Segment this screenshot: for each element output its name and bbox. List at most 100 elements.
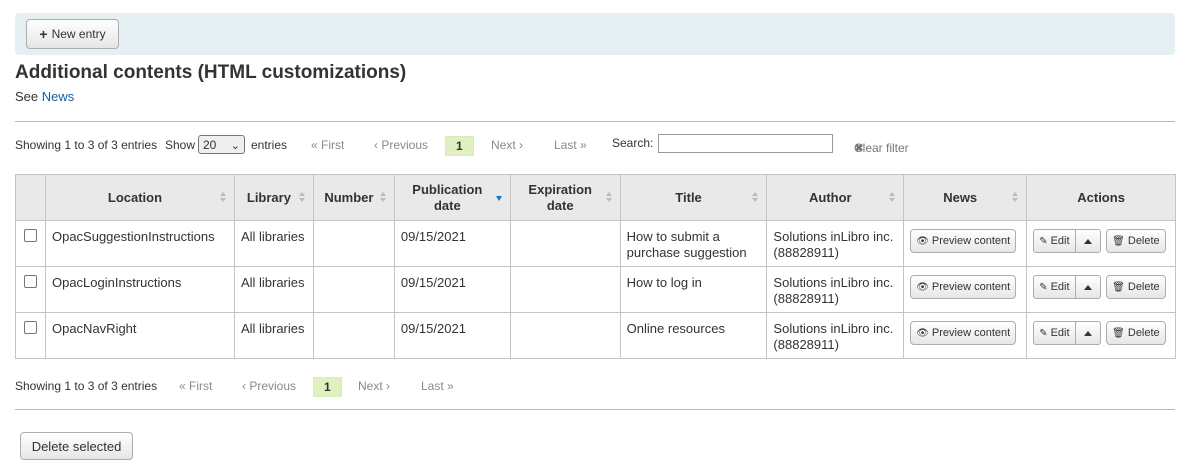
entries-label: entries: [251, 138, 288, 152]
search-label: Search:: [612, 136, 654, 150]
column-header-location[interactable]: Location: [44, 174, 235, 221]
bottom-pager: Showing 1 to 3 of 3 entries « First ‹ Pr…: [15, 377, 515, 399]
page-length-select[interactable]: 20 ⌄: [198, 135, 245, 154]
new-entry-label: New entry: [51, 27, 106, 41]
cell-number: [312, 312, 395, 359]
see-also-line: See News: [15, 89, 74, 104]
sort-icon: [1012, 192, 1019, 203]
sort-icon: [889, 192, 896, 203]
preview-content-button[interactable]: 👁 Preview content: [910, 229, 1017, 253]
edit-button[interactable]: ✎ Edit: [1033, 275, 1076, 299]
search-input[interactable]: [658, 134, 833, 153]
cell-location: OpacNavRight: [44, 312, 235, 359]
delete-button[interactable]: 🗑 Delete: [1106, 321, 1166, 345]
table-row: OpacLoginInstructions All libraries 09/1…: [15, 266, 1176, 313]
previous-page-link[interactable]: ‹ Previous: [242, 377, 296, 395]
eye-icon: 👁: [916, 235, 929, 247]
row-checkbox[interactable]: [23, 275, 37, 288]
eye-icon: 👁: [916, 281, 929, 293]
cell-author: Solutions inLibro inc. (88828911): [766, 312, 905, 359]
edit-button-group: ✎ Edit: [1033, 321, 1101, 345]
move-up-button[interactable]: [1075, 321, 1101, 345]
preview-content-button[interactable]: 👁 Preview content: [910, 275, 1017, 299]
content-table: Location Library Number Publication date…: [15, 174, 1176, 359]
clear-filter-label: Clear filter: [854, 141, 909, 155]
pencil-icon: ✎: [1039, 327, 1048, 339]
edit-button-group: ✎ Edit: [1033, 275, 1101, 299]
entries-info: Showing 1 to 3 of 3 entries: [15, 138, 158, 152]
column-header-news[interactable]: News: [903, 174, 1028, 221]
pencil-icon: ✎: [1039, 281, 1048, 293]
column-header-library[interactable]: Library: [233, 174, 314, 221]
page-length-value: 20: [203, 138, 217, 152]
move-up-button[interactable]: [1075, 275, 1101, 299]
cell-expiration-date: [509, 312, 621, 359]
cell-publication-date: 09/15/2021: [393, 266, 511, 313]
cell-title: How to submit a purchase suggestion: [619, 220, 768, 267]
news-link[interactable]: News: [42, 89, 75, 104]
cell-publication-date: 09/15/2021: [393, 220, 511, 267]
plus-icon: +: [39, 26, 48, 42]
column-header-number[interactable]: Number: [312, 174, 395, 221]
last-page-link[interactable]: Last »: [554, 136, 587, 154]
column-header-title[interactable]: Title: [619, 174, 768, 221]
edit-button[interactable]: ✎ Edit: [1033, 229, 1076, 253]
cell-expiration-date: [509, 266, 621, 313]
cell-publication-date: 09/15/2021: [393, 312, 511, 359]
sort-icon: [752, 192, 759, 203]
select-column-header: [15, 174, 46, 221]
sort-icon: [219, 192, 227, 203]
column-header-expiration-date[interactable]: Expiration date: [509, 174, 621, 221]
sort-desc-icon: [495, 192, 503, 203]
see-prefix: See: [15, 89, 39, 104]
cell-author: Solutions inLibro inc. (88828911): [766, 266, 905, 313]
table-row: OpacNavRight All libraries 09/15/2021 On…: [15, 312, 1176, 359]
eye-icon: 👁: [916, 327, 929, 339]
column-header-author[interactable]: Author: [766, 174, 905, 221]
toolbar: + New entry: [15, 13, 1175, 55]
cell-library: All libraries: [233, 312, 314, 359]
delete-button[interactable]: 🗑 Delete: [1106, 229, 1166, 253]
edit-button-group: ✎ Edit: [1033, 229, 1101, 253]
trash-icon: 🗑: [1112, 235, 1125, 247]
row-checkbox[interactable]: [23, 229, 37, 242]
cell-number: [312, 220, 395, 267]
previous-page-link[interactable]: ‹ Previous: [374, 136, 428, 154]
current-page[interactable]: 1: [445, 136, 474, 156]
first-page-link[interactable]: « First: [311, 136, 344, 154]
sort-icon: [379, 192, 387, 203]
cell-title: How to log in: [619, 266, 768, 313]
column-header-actions: Actions: [1026, 174, 1176, 221]
cell-location: OpacSuggestionInstructions: [44, 220, 235, 267]
trash-icon: 🗑: [1112, 327, 1125, 339]
cell-library: All libraries: [233, 220, 314, 267]
table-header-row: Location Library Number Publication date…: [15, 174, 1176, 221]
caret-up-icon: [1083, 330, 1092, 336]
cell-author: Solutions inLibro inc. (88828911): [766, 220, 905, 267]
sort-icon: [298, 192, 306, 203]
move-up-button[interactable]: [1075, 229, 1101, 253]
entries-info: Showing 1 to 3 of 3 entries: [15, 379, 158, 393]
cell-location: OpacLoginInstructions: [44, 266, 235, 313]
preview-content-button[interactable]: 👁 Preview content: [910, 321, 1017, 345]
row-checkbox[interactable]: [23, 321, 37, 334]
divider: [15, 121, 1175, 122]
last-page-link[interactable]: Last »: [421, 377, 454, 395]
next-page-link[interactable]: Next ›: [358, 377, 390, 395]
page-title: Additional contents (HTML customizations…: [15, 62, 407, 83]
delete-selected-button[interactable]: Delete selected: [20, 432, 133, 460]
current-page[interactable]: 1: [313, 377, 342, 397]
edit-button[interactable]: ✎ Edit: [1033, 321, 1076, 345]
new-entry-button[interactable]: + New entry: [26, 19, 119, 49]
cell-expiration-date: [509, 220, 621, 267]
delete-button[interactable]: 🗑 Delete: [1106, 275, 1166, 299]
next-page-link[interactable]: Next ›: [491, 136, 523, 154]
cell-number: [312, 266, 395, 313]
top-pager: Showing 1 to 3 of 3 entries Show 20 ⌄ en…: [15, 134, 1175, 158]
divider: [15, 409, 1175, 410]
caret-up-icon: [1083, 284, 1092, 290]
cell-library: All libraries: [233, 266, 314, 313]
first-page-link[interactable]: « First: [179, 377, 212, 395]
show-label: Show: [165, 138, 196, 152]
column-header-publication-date[interactable]: Publication date: [393, 174, 511, 221]
